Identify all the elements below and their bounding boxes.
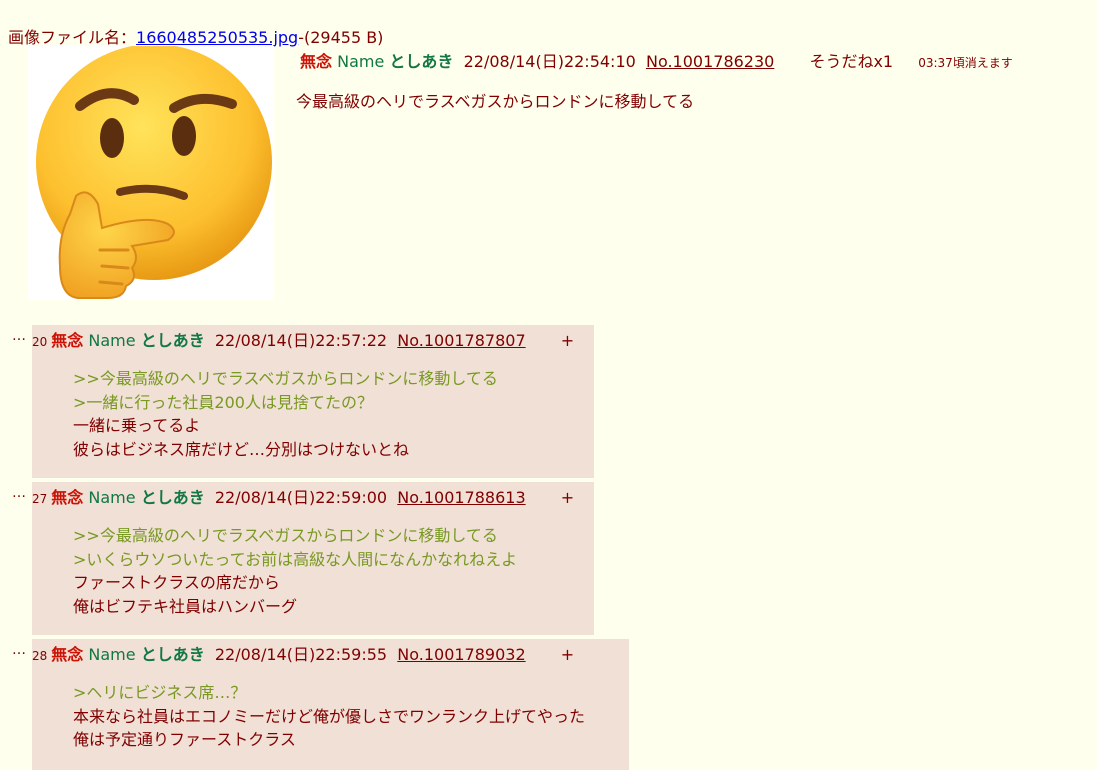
- post-datetime: 22/08/14(日)22:54:10: [463, 52, 636, 71]
- reply-body: >>今最高級のヘリでラスベガスからロンドンに移動してる >一緒に行った社員200…: [73, 367, 498, 461]
- post-subject: 無念: [51, 488, 84, 507]
- text-line: 一緒に乗ってるよ: [73, 416, 201, 435]
- poster-name: としあき: [140, 488, 205, 507]
- name-label: Name: [88, 331, 136, 350]
- reply-dots: …: [12, 485, 26, 501]
- reply-dots: …: [12, 642, 26, 658]
- post-datetime: 22/08/14(日)22:59:55: [214, 645, 388, 664]
- poster-name: としあき: [389, 52, 454, 71]
- thumbnail-image[interactable]: [28, 46, 274, 300]
- thinking-face-icon: [36, 46, 272, 299]
- name-label: Name: [337, 52, 385, 71]
- quote-line: >>今最高級のヘリでラスベガスからロンドンに移動してる: [73, 369, 498, 388]
- file-info: 画像ファイル名：1660485250535.jpg-(29455 B): [8, 24, 383, 48]
- text-line: 俺はビフテキ社員はハンバーグ: [73, 596, 298, 616]
- plus-button[interactable]: +: [561, 488, 574, 507]
- poster-name: としあき: [140, 645, 205, 664]
- post-subject: 無念: [51, 645, 84, 664]
- poster-name: としあき: [140, 331, 205, 350]
- sodane-button[interactable]: そうだねx1: [809, 52, 893, 71]
- reply-body: >>今最高級のヘリでラスベガスからロンドンに移動してる >いくらウソついたってお…: [73, 524, 517, 618]
- text-line: ファーストクラスの席だから: [73, 573, 280, 592]
- post-datetime: 22/08/14(日)22:59:00: [214, 488, 388, 507]
- post-number-link[interactable]: No.1001788613: [397, 488, 525, 507]
- expire-notice: 03:37頃消えます: [918, 56, 1013, 70]
- file-link[interactable]: 1660485250535.jpg: [136, 28, 298, 47]
- quote-line: >いくらウソついたってお前は高級な人間になんかなれねえよ: [73, 549, 518, 569]
- name-label: Name: [88, 645, 136, 664]
- reply-post: 20 無念 Name としあき 22/08/14(日)22:57:22 No.10…: [32, 325, 594, 478]
- post-datetime: 22/08/14(日)22:57:22: [214, 331, 388, 350]
- post-number-link[interactable]: No.1001789032: [397, 645, 525, 664]
- reply-index: 27: [32, 492, 48, 506]
- text-line: 本来なら社員はエコノミーだけど俺が優しさでワンランク上げてやった: [73, 706, 586, 726]
- name-label: Name: [88, 488, 136, 507]
- post-number-link[interactable]: No.1001787807: [397, 331, 525, 350]
- reply-post: 28 無念 Name としあき 22/08/14(日)22:59:55 No.10…: [32, 639, 629, 770]
- op-post-body: 今最高級のヘリでラスベガスからロンドンに移動してる: [296, 92, 695, 111]
- plus-button[interactable]: +: [561, 645, 574, 664]
- plus-button[interactable]: +: [561, 331, 574, 350]
- reply-header: 28 無念 Name としあき 22/08/14(日)22:59:55 No.10…: [32, 641, 574, 665]
- quote-line: >>今最高級のヘリでラスベガスからロンドンに移動してる: [73, 526, 498, 545]
- reply-header: 27 無念 Name としあき 22/08/14(日)22:59:00 No.10…: [32, 484, 574, 508]
- op-post-header: 無念 Name としあき 22/08/14(日)22:54:10 No.1001…: [300, 48, 1013, 72]
- quote-line: >ヘリにビジネス席…？: [73, 683, 247, 702]
- post-subject: 無念: [51, 331, 84, 350]
- reply-post: 27 無念 Name としあき 22/08/14(日)22:59:00 No.10…: [32, 482, 594, 635]
- text-line: 彼らはビジネス席だけど…分別はつけないとね: [73, 439, 410, 459]
- text-line: 俺は予定通りファーストクラス: [73, 730, 296, 749]
- reply-index: 28: [32, 649, 48, 663]
- reply-dots: …: [12, 328, 26, 344]
- reply-index: 20: [32, 335, 48, 349]
- post-subject: 無念: [300, 52, 333, 71]
- quote-line: >一緒に行った社員200人は見捨てたの？: [73, 392, 373, 412]
- post-number-link[interactable]: No.1001786230: [646, 52, 774, 71]
- file-label: 画像ファイル名：: [8, 28, 137, 47]
- reply-body: >ヘリにビジネス席…？ 本来なら社員はエコノミーだけど俺が優しさでワンランク上げ…: [73, 681, 585, 752]
- file-size: -(29455 B): [298, 28, 384, 47]
- reply-header: 20 無念 Name としあき 22/08/14(日)22:57:22 No.10…: [32, 327, 574, 351]
